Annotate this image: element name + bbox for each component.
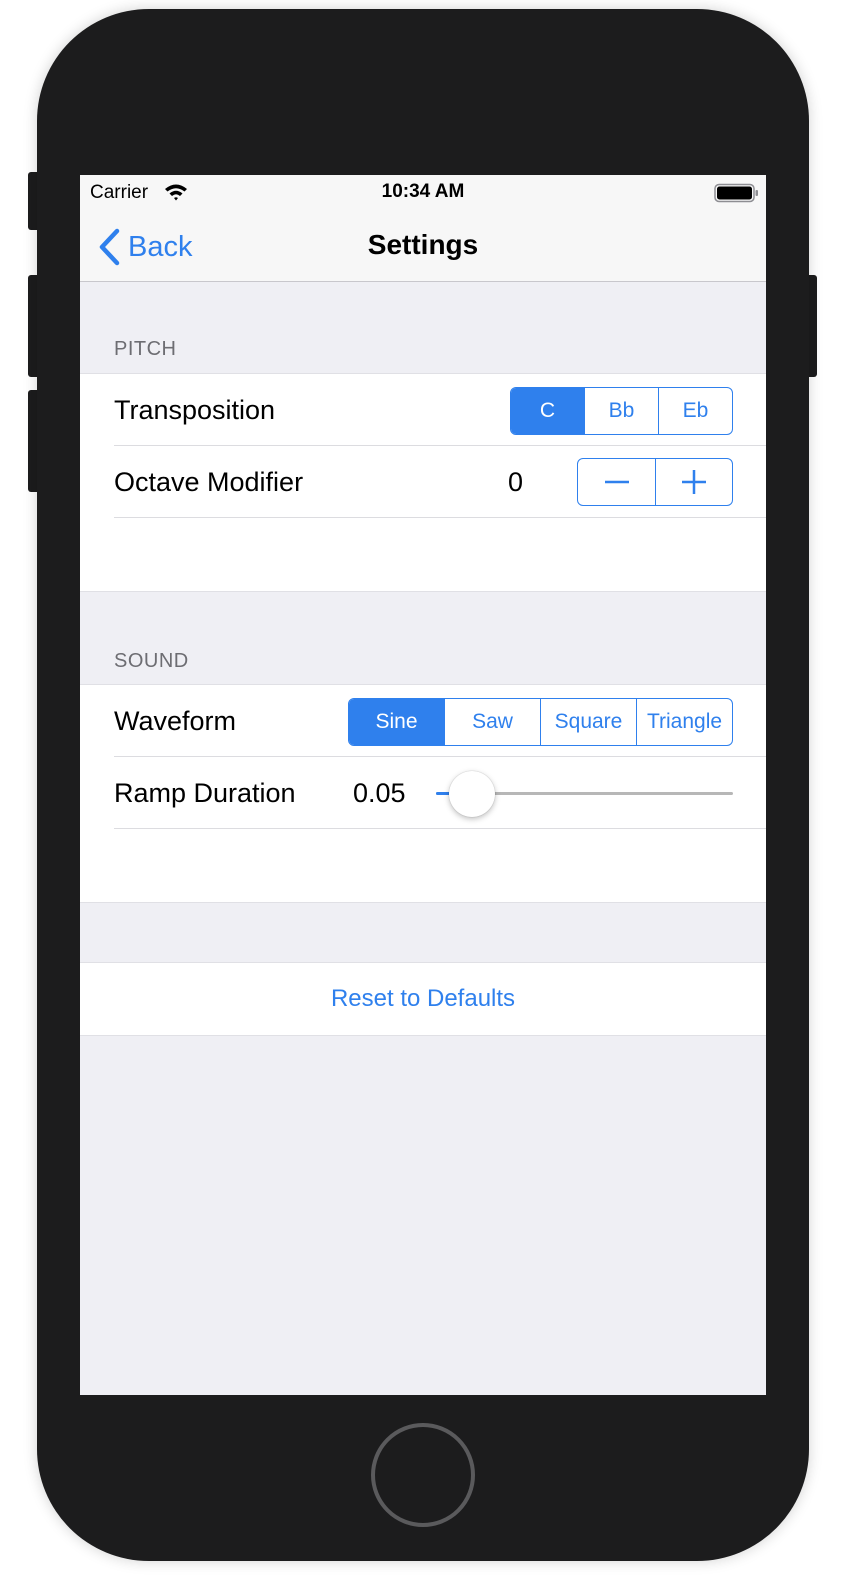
- page-title: Settings: [367, 229, 479, 260]
- status-bar: Carrier 10:34 AM: [80, 175, 766, 211]
- sound-group: Waveform Sine Saw Square Triangle Ramp D…: [80, 684, 766, 903]
- decrement-button[interactable]: [578, 459, 655, 505]
- increment-button[interactable]: [655, 459, 732, 505]
- segment-square[interactable]: Square: [540, 699, 636, 745]
- segment-triangle[interactable]: Triangle: [636, 699, 732, 745]
- transposition-label: Transposition: [114, 395, 276, 425]
- plus-icon: [682, 470, 706, 494]
- octave-stepper: [577, 458, 733, 506]
- battery-full-icon: [714, 183, 758, 203]
- slider-thumb[interactable]: [449, 771, 495, 817]
- ramp-duration-slider[interactable]: [436, 771, 733, 817]
- minus-icon: [604, 480, 629, 484]
- octave-modifier-label: Octave Modifier: [114, 467, 304, 497]
- screen: Carrier 10:34 AM Back Settings PITCH Tra…: [80, 175, 766, 1395]
- section-header-sound: SOUND: [114, 650, 189, 672]
- transposition-row: Transposition C Bb Eb: [80, 374, 766, 446]
- waveform-label: Waveform: [114, 706, 237, 736]
- status-time: 10:34 AM: [381, 181, 465, 202]
- section-header-pitch: PITCH: [114, 338, 177, 360]
- reset-label: Reset to Defaults: [330, 985, 516, 1012]
- waveform-row: Waveform Sine Saw Square Triangle: [80, 685, 766, 757]
- divider: [114, 517, 766, 518]
- segment-sine[interactable]: Sine: [349, 699, 444, 745]
- segment-saw[interactable]: Saw: [444, 699, 540, 745]
- octave-modifier-row: Octave Modifier 0: [80, 446, 766, 518]
- waveform-segmented-control: Sine Saw Square Triangle: [348, 698, 733, 746]
- ramp-duration-value: 0.05: [353, 778, 406, 808]
- reset-to-defaults-button[interactable]: Reset to Defaults: [80, 962, 766, 1036]
- ramp-duration-row: Ramp Duration 0.05: [80, 757, 766, 829]
- segment-bb[interactable]: Bb: [584, 388, 658, 434]
- pitch-group: Transposition C Bb Eb Octave Modifier 0: [80, 373, 766, 592]
- segment-eb[interactable]: Eb: [658, 388, 732, 434]
- ramp-duration-label: Ramp Duration: [114, 778, 296, 808]
- navigation-bar: Back Settings: [80, 211, 766, 282]
- transposition-segmented-control: C Bb Eb: [510, 387, 733, 435]
- home-button[interactable]: [371, 1423, 475, 1527]
- octave-value: 0: [508, 467, 524, 497]
- divider: [114, 828, 766, 829]
- segment-c[interactable]: C: [511, 388, 584, 434]
